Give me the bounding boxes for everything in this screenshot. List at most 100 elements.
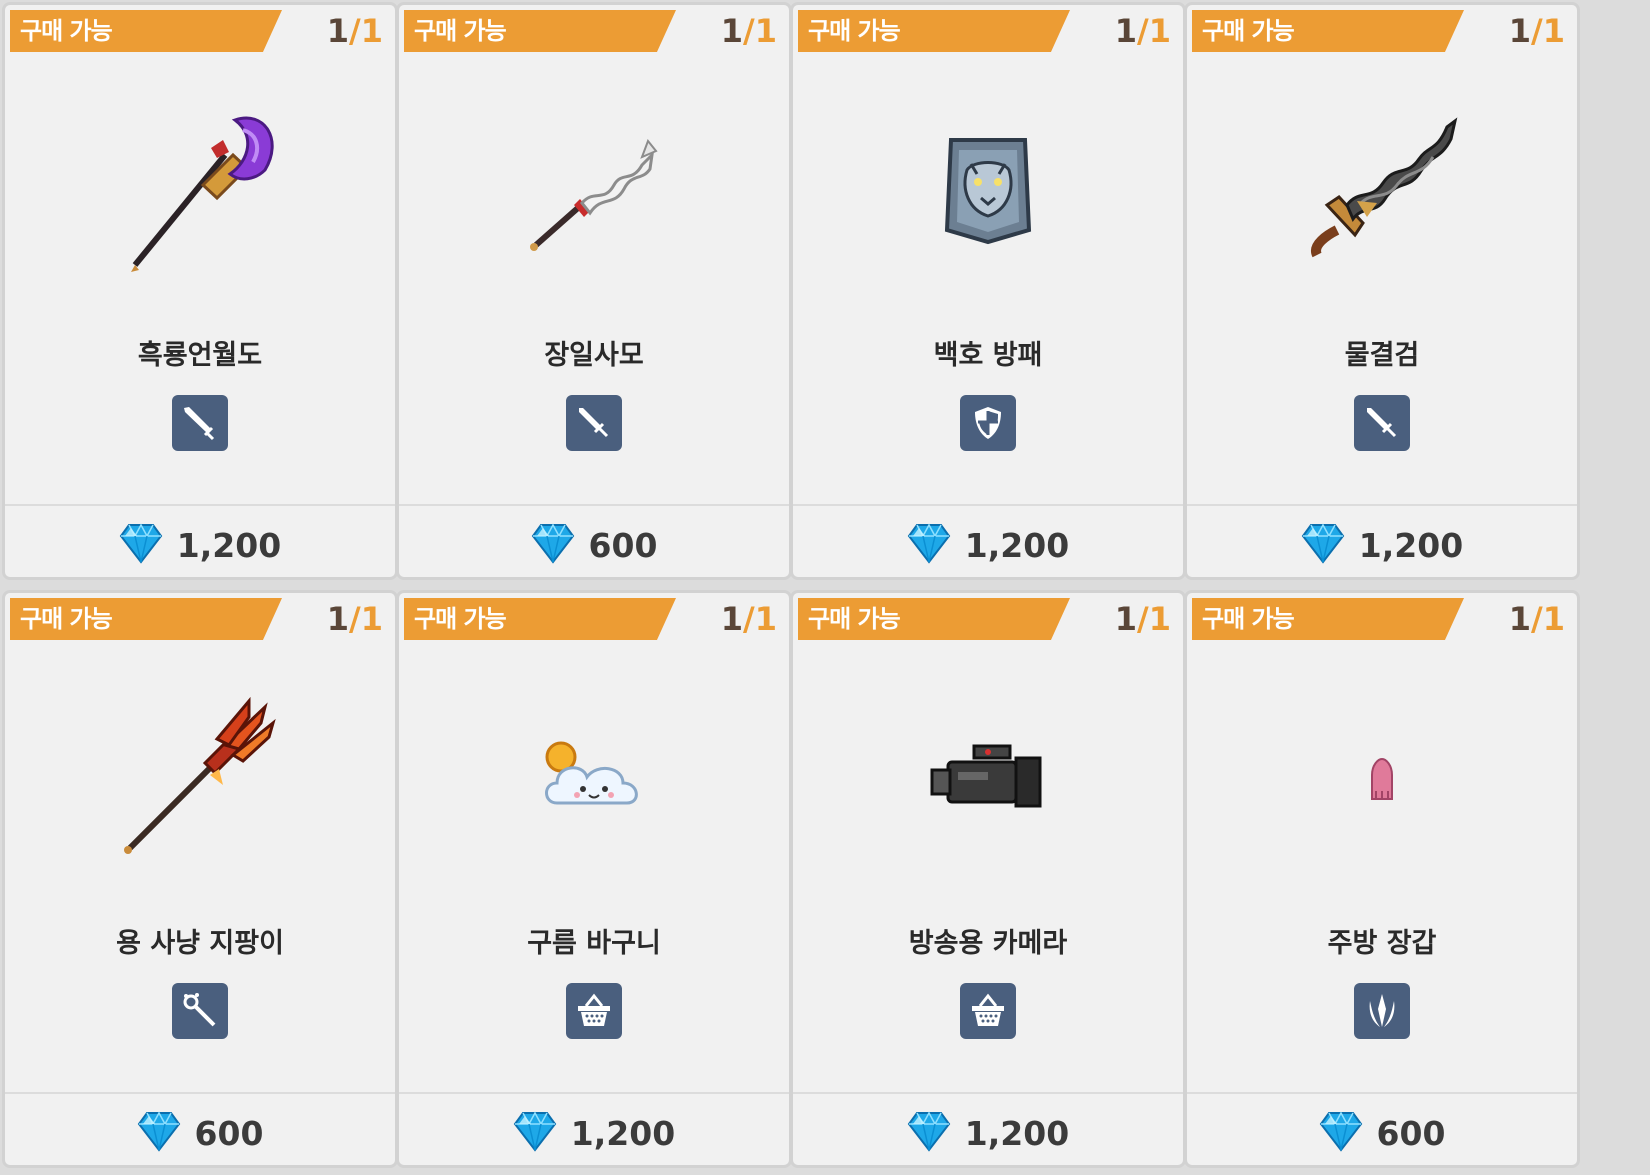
- max-count: 1: [1148, 600, 1171, 638]
- shop-item-card[interactable]: 구매 가능 1/1 흑룡언월도 1,200: [2, 2, 398, 580]
- purchase-limit-counter: 1/1: [721, 599, 777, 639]
- max-count: 1: [1542, 12, 1565, 50]
- availability-badge: 구매 가능: [404, 10, 676, 52]
- price-value: 1,200: [964, 525, 1070, 565]
- shop-item-card[interactable]: 구매 가능 1/1 용 사냥 지팡이 600: [2, 590, 398, 1168]
- price-button[interactable]: 600: [1187, 1098, 1577, 1165]
- count-separator: /: [743, 12, 755, 50]
- price-button[interactable]: 600: [5, 1098, 395, 1165]
- item-name: 흑룡언월도: [137, 340, 263, 371]
- greatsword-icon: [172, 395, 228, 451]
- item-image: [793, 65, 1183, 315]
- blue-gem-icon: [1319, 1110, 1363, 1156]
- max-count: 1: [754, 12, 777, 50]
- item-image: [1187, 65, 1577, 315]
- blue-gem-icon: [907, 1110, 951, 1156]
- blue-gem-icon: [119, 522, 163, 568]
- basket-icon: [566, 983, 622, 1039]
- price-value: 600: [1376, 1113, 1446, 1153]
- owned-count: 1: [1508, 600, 1532, 638]
- price-value: 1,200: [570, 1113, 676, 1153]
- purchase-limit-counter: 1/1: [721, 11, 777, 51]
- availability-badge: 구매 가능: [10, 10, 282, 52]
- availability-badge: 구매 가능: [798, 10, 1070, 52]
- sword-icon: [1354, 395, 1410, 451]
- purchase-limit-counter: 1/1: [327, 11, 383, 51]
- price-value: 600: [194, 1113, 264, 1153]
- blue-gem-icon: [531, 522, 575, 568]
- divider: [5, 1092, 395, 1094]
- max-count: 1: [1148, 12, 1171, 50]
- max-count: 1: [754, 600, 777, 638]
- purchase-limit-counter: 1/1: [1509, 599, 1565, 639]
- availability-badge: 구매 가능: [10, 598, 282, 640]
- purchase-limit-counter: 1/1: [1115, 599, 1171, 639]
- divider: [1187, 504, 1577, 506]
- max-count: 1: [360, 12, 383, 50]
- count-separator: /: [349, 600, 361, 638]
- item-image: [399, 65, 789, 315]
- item-name: 주방 장갑: [1327, 928, 1437, 959]
- shop-item-card[interactable]: 구매 가능 1/1 장일사모 600: [396, 2, 792, 580]
- divider: [1187, 1092, 1577, 1094]
- purchase-limit-counter: 1/1: [1509, 11, 1565, 51]
- item-image: [793, 653, 1183, 903]
- price-button[interactable]: 600: [399, 510, 789, 577]
- count-separator: /: [1531, 12, 1543, 50]
- item-name: 장일사모: [544, 340, 644, 371]
- blue-gem-icon: [1301, 522, 1345, 568]
- price-button[interactable]: 1,200: [1187, 510, 1577, 577]
- item-name: 백호 방패: [933, 340, 1043, 371]
- shop-item-card[interactable]: 구매 가능 1/1 주방 장갑 600: [1184, 590, 1580, 1168]
- owned-count: 1: [326, 600, 350, 638]
- max-count: 1: [1542, 600, 1565, 638]
- shop-item-card[interactable]: 구매 가능 1/1 방송용 카메라 1,200: [790, 590, 1186, 1168]
- shop-item-card[interactable]: 구매 가능 1/1 구름 바구니 1,200: [396, 590, 792, 1168]
- divider: [5, 504, 395, 506]
- divider: [399, 1092, 789, 1094]
- blue-gem-icon: [513, 1110, 557, 1156]
- price-value: 1,200: [176, 525, 282, 565]
- shop-item-card[interactable]: 구매 가능 1/1 물결검 1,200: [1184, 2, 1580, 580]
- price-button[interactable]: 1,200: [399, 1098, 789, 1165]
- item-name: 구름 바구니: [527, 928, 661, 959]
- purchase-limit-counter: 1/1: [327, 599, 383, 639]
- owned-count: 1: [1508, 12, 1532, 50]
- max-count: 1: [360, 600, 383, 638]
- blue-gem-icon: [907, 522, 951, 568]
- item-name: 방송용 카메라: [908, 928, 1068, 959]
- shop-item-card[interactable]: 구매 가능 1/1 백호 방패 1,200: [790, 2, 1186, 580]
- item-image: [1187, 653, 1577, 903]
- count-separator: /: [1137, 600, 1149, 638]
- purchase-limit-counter: 1/1: [1115, 11, 1171, 51]
- claw-icon: [1354, 983, 1410, 1039]
- basket-icon: [960, 983, 1016, 1039]
- price-button[interactable]: 1,200: [793, 1098, 1183, 1165]
- count-separator: /: [743, 600, 755, 638]
- shield-icon: [960, 395, 1016, 451]
- divider: [399, 504, 789, 506]
- item-image: [5, 65, 395, 315]
- price-value: 1,200: [964, 1113, 1070, 1153]
- divider: [793, 1092, 1183, 1094]
- price-button[interactable]: 1,200: [793, 510, 1183, 577]
- item-image: [399, 653, 789, 903]
- owned-count: 1: [1114, 12, 1138, 50]
- price-value: 600: [588, 525, 658, 565]
- owned-count: 1: [720, 600, 744, 638]
- availability-badge: 구매 가능: [404, 598, 676, 640]
- owned-count: 1: [1114, 600, 1138, 638]
- item-image: [5, 653, 395, 903]
- owned-count: 1: [720, 12, 744, 50]
- item-name: 물결검: [1344, 340, 1420, 371]
- price-button[interactable]: 1,200: [5, 510, 395, 577]
- staff-icon: [172, 983, 228, 1039]
- owned-count: 1: [326, 12, 350, 50]
- sword-icon: [566, 395, 622, 451]
- availability-badge: 구매 가능: [1192, 10, 1464, 52]
- count-separator: /: [349, 12, 361, 50]
- price-value: 1,200: [1358, 525, 1464, 565]
- blue-gem-icon: [137, 1110, 181, 1156]
- item-name: 용 사냥 지팡이: [116, 928, 284, 959]
- divider: [793, 504, 1183, 506]
